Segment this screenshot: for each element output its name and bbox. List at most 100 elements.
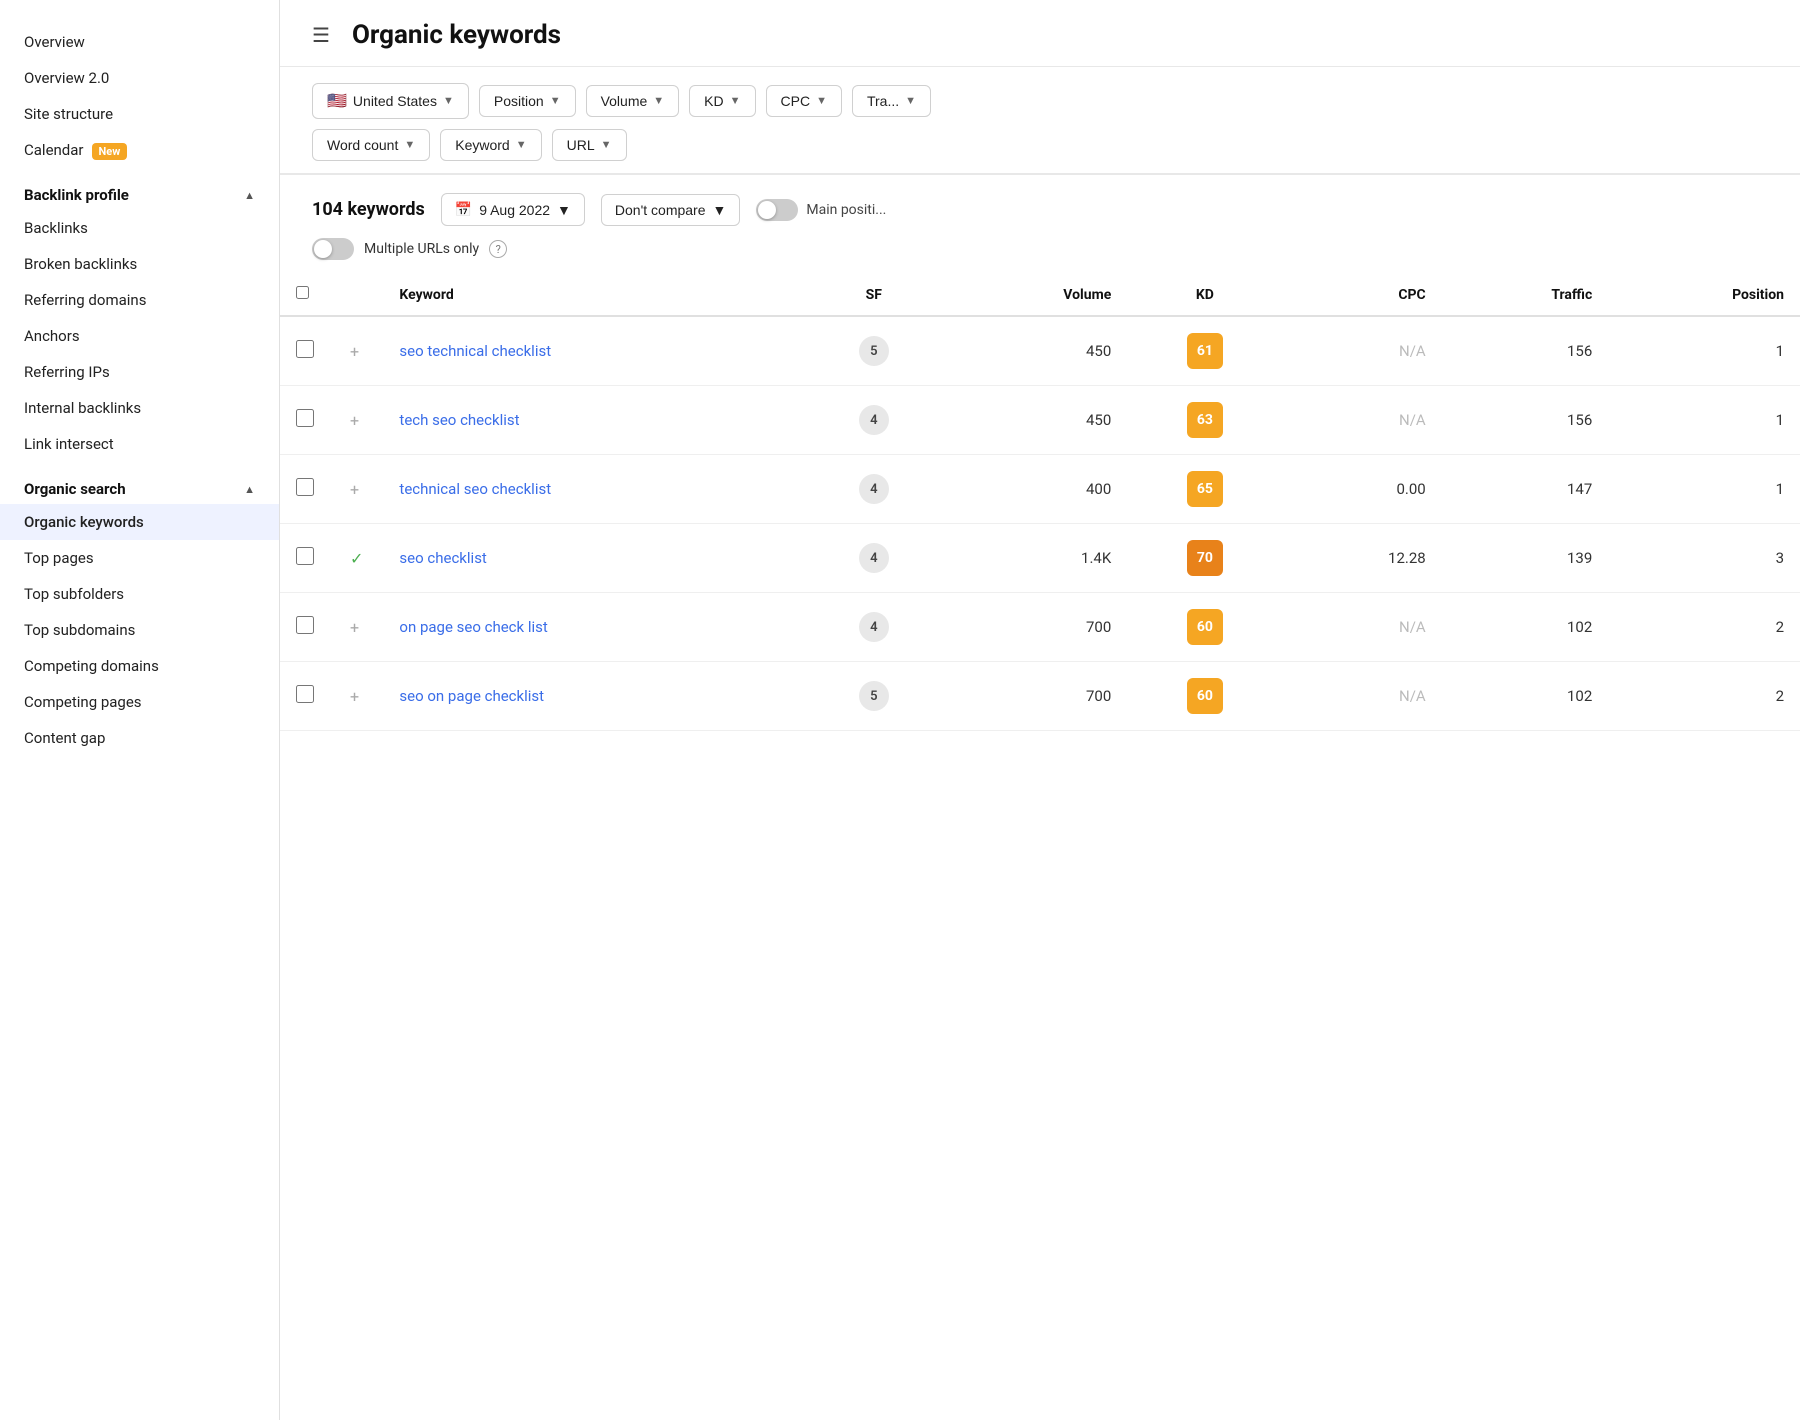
- table-header-row: Keyword SF Volume KD CPC Traffic Positio…: [280, 274, 1800, 316]
- cpc-cell: 12.28: [1283, 524, 1442, 593]
- filter-btn-position[interactable]: Position▼: [479, 85, 576, 117]
- sidebar-item-organic-keywords[interactable]: Organic keywords: [0, 504, 279, 540]
- col-traffic: Traffic: [1442, 274, 1609, 316]
- sidebar-item-top-pages[interactable]: Top pages: [0, 540, 279, 576]
- filter-btn-united-states[interactable]: 🇺🇸 United States ▼: [312, 83, 469, 119]
- sidebar-item-content-gap[interactable]: Content gap: [0, 720, 279, 756]
- kd-badge: 60: [1187, 609, 1223, 645]
- date-caret-icon: ▼: [557, 202, 571, 218]
- traffic-cell: 156: [1442, 316, 1609, 386]
- volume-cell: 400: [945, 455, 1128, 524]
- row-add-icon[interactable]: +: [346, 342, 363, 361]
- kd-badge: 60: [1187, 678, 1223, 714]
- table-row: ✓seo checklist41.4K7012.281393: [280, 524, 1800, 593]
- volume-cell: 450: [945, 316, 1128, 386]
- select-all-checkbox[interactable]: [296, 286, 309, 299]
- keyword-cell[interactable]: seo checklist: [383, 524, 803, 593]
- section-label: Backlink profile: [24, 186, 129, 204]
- row-add-icon[interactable]: +: [346, 618, 363, 637]
- filter-label: Word count: [327, 137, 398, 153]
- sf-badge: 5: [859, 336, 889, 366]
- position-cell: 3: [1608, 524, 1800, 593]
- col-volume: Volume: [945, 274, 1128, 316]
- new-badge: New: [92, 143, 128, 160]
- keyword-cell[interactable]: technical seo checklist: [383, 455, 803, 524]
- traffic-cell: 102: [1442, 662, 1609, 731]
- row-checkbox-2[interactable]: [296, 478, 314, 496]
- row-checkbox-1[interactable]: [296, 409, 314, 427]
- filter-caret-icon: ▼: [653, 95, 664, 107]
- sidebar-item-link-intersect[interactable]: Link intersect: [0, 426, 279, 462]
- sidebar-item-overview-2.0[interactable]: Overview 2.0: [0, 60, 279, 96]
- filter-btn-keyword[interactable]: Keyword▼: [440, 129, 541, 161]
- table-row: +on page seo check list470060N/A1022: [280, 593, 1800, 662]
- traffic-cell: 156: [1442, 386, 1609, 455]
- date-picker-button[interactable]: 📅 9 Aug 2022 ▼: [441, 193, 585, 226]
- help-icon[interactable]: ?: [489, 240, 507, 258]
- filter-caret-icon: ▼: [550, 95, 561, 107]
- sidebar-item-top-subdomains[interactable]: Top subdomains: [0, 612, 279, 648]
- calendar-icon: 📅: [455, 201, 472, 218]
- table-row: +seo on page checklist570060N/A1022: [280, 662, 1800, 731]
- filter-btn-cpc[interactable]: CPC▼: [766, 85, 842, 117]
- filter-btn-url[interactable]: URL▼: [552, 129, 627, 161]
- main-content: ☰ Organic keywords 🇺🇸United States▼Posit…: [280, 0, 1800, 1420]
- row-checkbox-5[interactable]: [296, 685, 314, 703]
- row-checkbox-0[interactable]: [296, 340, 314, 358]
- main-position-toggle[interactable]: [756, 199, 798, 221]
- sidebar-item-broken-backlinks[interactable]: Broken backlinks: [0, 246, 279, 282]
- keywords-table: Keyword SF Volume KD CPC Traffic Positio…: [280, 274, 1800, 731]
- sidebar-item-backlinks[interactable]: Backlinks: [0, 210, 279, 246]
- sidebar: OverviewOverview 2.0Site structureCalend…: [0, 0, 280, 1420]
- keywords-table-wrap: Keyword SF Volume KD CPC Traffic Positio…: [280, 274, 1800, 1420]
- sidebar-item-overview[interactable]: Overview: [0, 24, 279, 60]
- col-position: Position: [1608, 274, 1800, 316]
- filter-bar: 🇺🇸United States▼Position▼Volume▼KD▼CPC▼T…: [280, 67, 1800, 175]
- sidebar-item-competing-domains[interactable]: Competing domains: [0, 648, 279, 684]
- keyword-cell[interactable]: seo on page checklist: [383, 662, 803, 731]
- section-arrow: ▲: [244, 189, 255, 202]
- sidebar-item-anchors[interactable]: Anchors: [0, 318, 279, 354]
- sidebar-item-referring-ips[interactable]: Referring IPs: [0, 354, 279, 390]
- hamburger-icon[interactable]: ☰: [312, 23, 330, 47]
- sidebar-item-site-structure[interactable]: Site structure: [0, 96, 279, 132]
- sidebar-item-calendar[interactable]: CalendarNew: [0, 132, 279, 168]
- sf-badge: 5: [859, 681, 889, 711]
- row-add-icon[interactable]: +: [346, 480, 363, 499]
- date-label: 9 Aug 2022: [479, 202, 550, 218]
- cpc-cell: N/A: [1283, 386, 1442, 455]
- multiple-urls-row: Multiple URLs only ?: [280, 236, 1800, 274]
- sidebar-item-internal-backlinks[interactable]: Internal backlinks: [0, 390, 279, 426]
- filter-caret-icon: ▼: [905, 95, 916, 107]
- filter-btn-kd[interactable]: KD▼: [689, 85, 755, 117]
- flag-icon: 🇺🇸: [327, 91, 347, 111]
- filter-label: United States: [353, 93, 437, 109]
- row-checkbox-4[interactable]: [296, 616, 314, 634]
- filter-btn-volume[interactable]: Volume▼: [586, 85, 680, 117]
- sidebar-section-backlink-profile[interactable]: Backlink profile ▲: [0, 168, 279, 210]
- section-label: Organic search: [24, 480, 126, 498]
- kd-badge: 61: [1187, 333, 1223, 369]
- row-add-icon[interactable]: +: [346, 687, 363, 706]
- kd-badge: 63: [1187, 402, 1223, 438]
- col-checkbox: [280, 274, 330, 316]
- filter-btn-tra...[interactable]: Tra...▼: [852, 85, 931, 117]
- table-row: +technical seo checklist4400650.001471: [280, 455, 1800, 524]
- keyword-cell[interactable]: on page seo check list: [383, 593, 803, 662]
- compare-button[interactable]: Don't compare ▼: [601, 194, 740, 226]
- multiple-urls-toggle[interactable]: [312, 238, 354, 260]
- filter-caret-icon: ▼: [443, 95, 454, 107]
- sidebar-item-referring-domains[interactable]: Referring domains: [0, 282, 279, 318]
- keyword-cell[interactable]: seo technical checklist: [383, 316, 803, 386]
- kd-badge: 65: [1187, 471, 1223, 507]
- row-check-icon[interactable]: ✓: [346, 549, 367, 568]
- row-add-icon[interactable]: +: [346, 411, 363, 430]
- filter-btn-word-count[interactable]: Word count▼: [312, 129, 430, 161]
- sidebar-item-competing-pages[interactable]: Competing pages: [0, 684, 279, 720]
- row-checkbox-3[interactable]: [296, 547, 314, 565]
- filter-label: CPC: [781, 93, 811, 109]
- kd-badge: 70: [1187, 540, 1223, 576]
- sidebar-section-organic-search[interactable]: Organic search▲: [0, 462, 279, 504]
- keyword-cell[interactable]: tech seo checklist: [383, 386, 803, 455]
- sidebar-item-top-subfolders[interactable]: Top subfolders: [0, 576, 279, 612]
